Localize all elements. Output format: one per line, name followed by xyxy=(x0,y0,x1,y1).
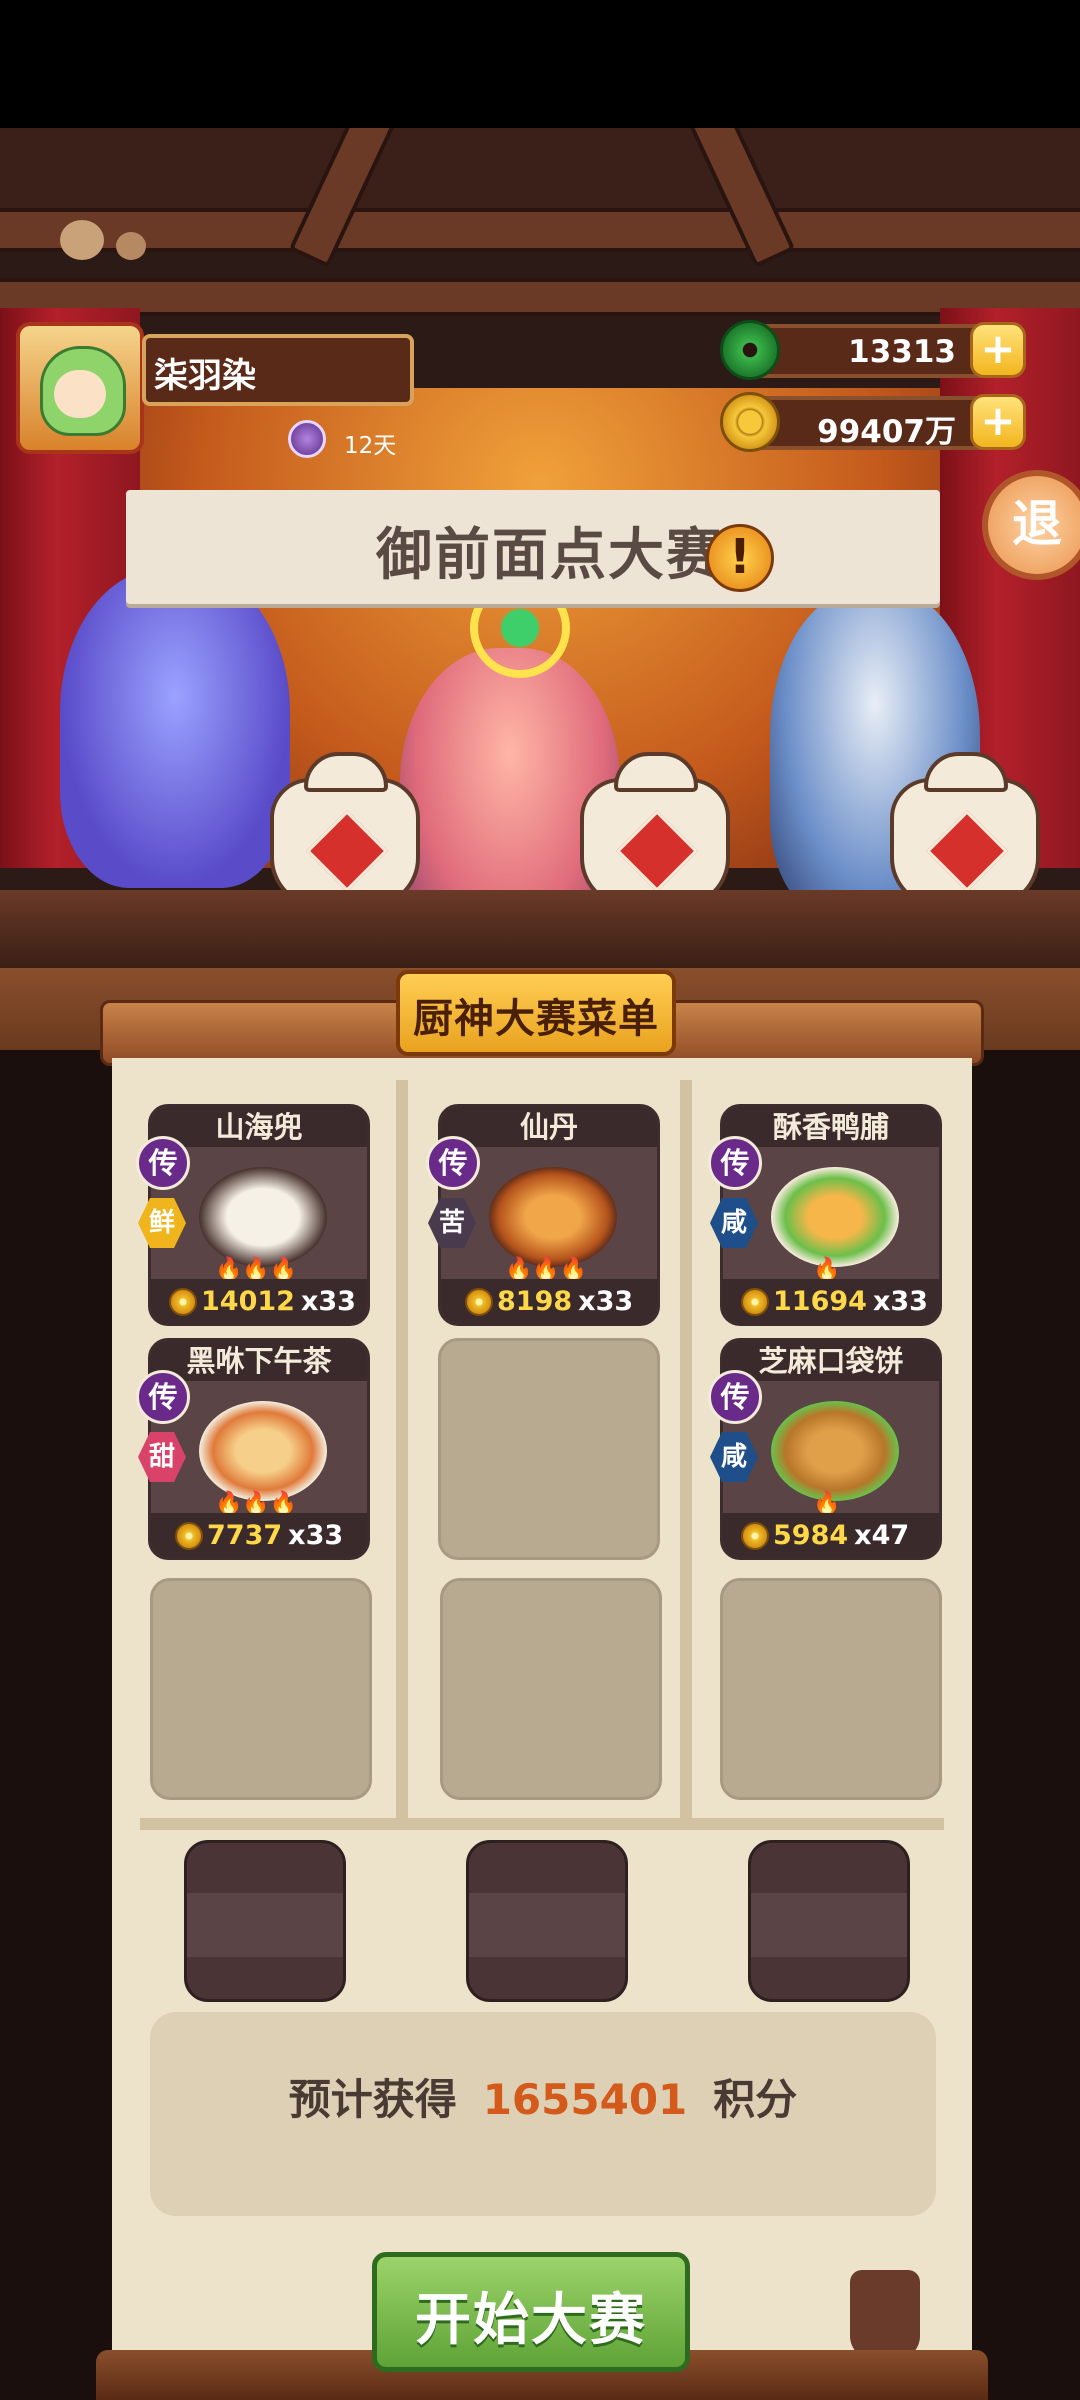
coin-icon xyxy=(169,1287,197,1316)
avatar-face xyxy=(54,370,106,418)
dish-quantity: x47 xyxy=(854,1520,910,1551)
jade-icon xyxy=(720,320,780,380)
dish-teapot-icon xyxy=(199,1401,327,1501)
teapot-decoration xyxy=(850,2270,920,2360)
start-contest-label: 开始大赛 xyxy=(415,2288,647,2353)
jade-balance: 13313 xyxy=(848,334,956,370)
dish-name: 芝麻口袋饼 xyxy=(758,1344,904,1378)
column-divider xyxy=(396,1080,408,1820)
points-label: 预计获得 xyxy=(288,2075,457,2124)
points-estimate-panel: 预计获得 1655401 积分 xyxy=(150,2012,936,2216)
player-name: 柒羽染 xyxy=(154,356,256,396)
dish-price: 11694 xyxy=(773,1286,867,1317)
cooking-pot xyxy=(270,752,420,908)
points-unit: 积分 xyxy=(713,2075,798,2124)
cooking-pot xyxy=(890,752,1040,908)
coin-icon xyxy=(720,392,780,452)
empty-dish-slot[interactable] xyxy=(720,1578,942,1800)
badge-days-remaining: 12天 xyxy=(344,433,397,459)
menu-title-tab: 厨神大赛菜单 xyxy=(396,970,676,1056)
dish-price: 5984 xyxy=(773,1520,849,1551)
rarity-badge: 传 xyxy=(708,1370,762,1424)
roof-beam xyxy=(0,278,1080,316)
event-banner-title: 御前面点大赛 xyxy=(376,523,724,588)
menu-title: 厨神大赛菜单 xyxy=(413,996,659,1042)
badge-icon[interactable] xyxy=(288,420,326,458)
dish-name: 仙丹 xyxy=(519,1110,578,1144)
empty-dish-slot[interactable] xyxy=(438,1338,660,1560)
roof-beam xyxy=(0,208,1080,252)
dish-duck-icon xyxy=(771,1167,899,1267)
coin-icon xyxy=(175,1521,203,1550)
dish-name: 酥香鸭脯 xyxy=(772,1110,889,1144)
coin-icon xyxy=(741,1287,769,1316)
dish-gourd-icon xyxy=(489,1167,617,1267)
empty-dish-slot[interactable] xyxy=(440,1578,662,1800)
alert-icon[interactable]: ! xyxy=(706,524,774,592)
chick-icon xyxy=(60,220,104,260)
player-avatar[interactable] xyxy=(16,322,144,454)
rarity-badge: 传 xyxy=(426,1136,480,1190)
cooking-pot xyxy=(580,752,730,908)
character-left xyxy=(60,568,290,888)
start-contest-button[interactable]: 开始大赛 xyxy=(372,2252,690,2372)
dish-dumplings-icon xyxy=(199,1167,327,1267)
stage-floor xyxy=(0,890,1080,968)
dish-quantity: x33 xyxy=(578,1286,634,1317)
points-value: 1655401 xyxy=(482,2075,688,2124)
dish-price: 8198 xyxy=(497,1286,573,1317)
dish-name: 黑咻下午茶 xyxy=(186,1344,332,1378)
player-name-plate: 柒羽染 xyxy=(142,334,414,406)
coin-icon xyxy=(741,1521,769,1550)
dish-quantity: x33 xyxy=(300,1286,356,1317)
chef-slot[interactable] xyxy=(466,1840,628,2002)
rarity-badge: 传 xyxy=(708,1136,762,1190)
chef-slot[interactable] xyxy=(748,1840,910,2002)
dish-price: 14012 xyxy=(201,1286,295,1317)
row-divider xyxy=(140,1818,944,1830)
dish-price: 7737 xyxy=(207,1520,283,1551)
dish-quantity: x33 xyxy=(872,1286,928,1317)
coin-balance: 99407万 xyxy=(817,414,956,450)
event-banner: 御前面点大赛 xyxy=(126,490,940,604)
chef-slot[interactable] xyxy=(184,1840,346,2002)
add-jade-button[interactable]: + xyxy=(970,322,1026,378)
empty-dish-slot[interactable] xyxy=(150,1578,372,1800)
chick-icon xyxy=(116,232,146,260)
column-divider xyxy=(680,1080,692,1820)
rarity-badge: 传 xyxy=(136,1136,190,1190)
rarity-badge: 传 xyxy=(136,1370,190,1424)
roof-wall xyxy=(0,128,1080,208)
dish-name: 山海兜 xyxy=(215,1110,303,1144)
dish-pocket-bread-icon xyxy=(771,1401,899,1501)
add-coins-button[interactable]: + xyxy=(970,394,1026,450)
dish-quantity: x33 xyxy=(288,1520,344,1551)
coin-icon xyxy=(465,1287,493,1316)
